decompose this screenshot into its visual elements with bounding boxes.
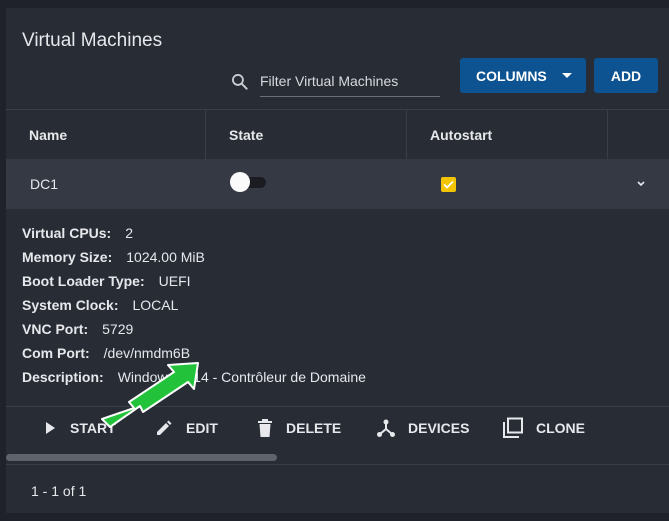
autostart-checkbox[interactable] — [441, 177, 456, 192]
search-input[interactable] — [260, 66, 440, 97]
column-header-autostart[interactable]: Autostart — [407, 110, 608, 160]
table-header: Name State Autostart — [6, 109, 669, 161]
caret-down-icon — [562, 73, 572, 78]
column-header-name[interactable]: Name — [6, 110, 206, 160]
devices-icon — [377, 419, 395, 437]
delete-button[interactable]: DELETE — [256, 417, 341, 439]
detail-virtual-cpus: Virtual CPUs: 2 — [22, 225, 134, 241]
detail-vnc-port: VNC Port: 5729 — [22, 321, 134, 337]
search-icon — [232, 74, 248, 90]
columns-button[interactable]: COLUMNS — [460, 58, 586, 93]
detail-boot-loader: Boot Loader Type: UEFI — [22, 273, 191, 289]
detail-system-clock: System Clock: LOCAL — [22, 297, 179, 313]
devices-button[interactable]: DEVICES — [376, 417, 469, 439]
page-title: Virtual Machines — [22, 30, 163, 51]
vm-panel: Virtual Machines COLUMNS ADD Name State … — [6, 8, 669, 513]
trash-icon — [258, 419, 272, 437]
search-box — [230, 66, 440, 98]
play-icon — [46, 422, 55, 434]
columns-button-label: COLUMNS — [476, 67, 547, 84]
green-arrow-icon — [101, 362, 199, 428]
paging-info: 1 - 1 of 1 — [31, 483, 87, 499]
detail-memory-size: Memory Size: 1024.00 MiB — [22, 249, 205, 265]
add-button-label: ADD — [610, 67, 642, 84]
vm-name: DC1 — [30, 176, 59, 192]
horizontal-scrollbar[interactable] — [6, 454, 277, 461]
toggle-thumb — [230, 172, 250, 192]
chevron-down-icon[interactable] — [634, 177, 648, 191]
clone-icon — [503, 417, 523, 438]
table-row[interactable]: DC1 — [6, 159, 669, 209]
table-footer: 1 - 1 of 1 — [6, 464, 669, 513]
state-toggle[interactable] — [230, 172, 268, 192]
checkmark-icon — [443, 180, 454, 189]
add-button[interactable]: ADD — [594, 58, 658, 93]
column-header-state[interactable]: State — [206, 110, 407, 160]
clone-button[interactable]: CLONE — [502, 417, 585, 439]
